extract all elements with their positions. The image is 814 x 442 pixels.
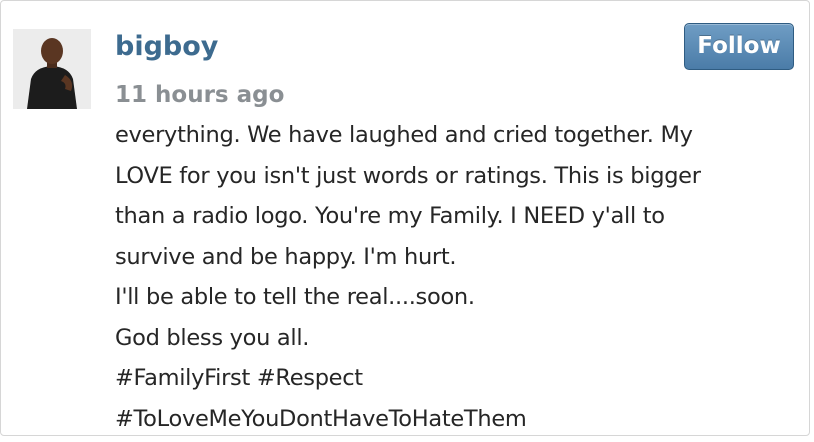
follow-button[interactable]: Follow [684,23,794,70]
post-caption: everything. We have laughed and cried to… [115,115,805,439]
post-card: bigboy 11 hours ago Follow everything. W… [0,0,810,436]
caption-line: everything. We have laughed and cried to… [115,122,693,148]
username-link[interactable]: bigboy [115,29,218,65]
caption-line: God bless you all. [115,324,310,351]
post-timestamp: 11 hours ago [115,82,285,108]
caption-line: I'll be able to tell the real....soon. [115,284,475,310]
user-avatar-icon [13,29,91,109]
caption-line: survive and be happy. I'm hurt. [115,243,457,270]
caption-line: than a radio logo. You're my Family. I N… [115,203,665,229]
hashtag-line[interactable]: #ToLoveMeYouDontHaveToHateThem [115,399,805,440]
hashtag-line[interactable]: #FamilyFirst #Respect [115,358,805,399]
avatar[interactable] [13,29,91,109]
caption-line: LOVE for you isn't just words or ratings… [115,162,701,189]
